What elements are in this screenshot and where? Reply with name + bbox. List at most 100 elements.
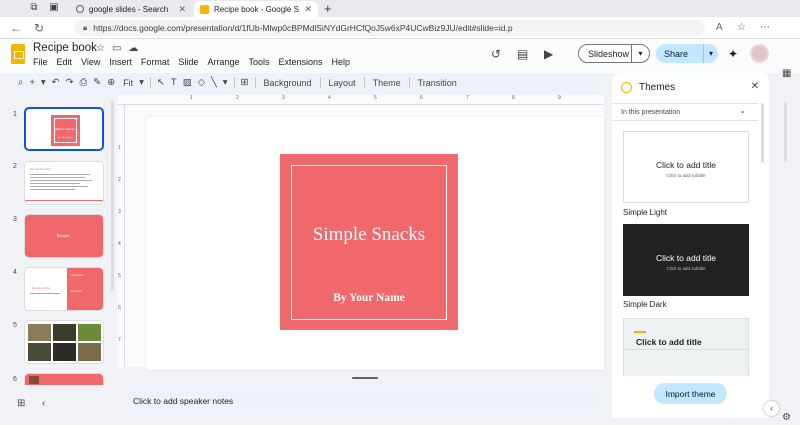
share-button[interactable]: Share ▾ (656, 44, 718, 63)
line-icon[interactable]: ╲ (211, 77, 217, 88)
chevron-down-icon[interactable]: ▾ (139, 77, 144, 88)
refresh-icon[interactable]: ↻ (34, 21, 44, 35)
chevron-down-icon[interactable]: ▾ (631, 45, 649, 62)
slide-number: 3 (13, 216, 17, 223)
new-tab-button[interactable]: + (324, 1, 332, 16)
page-scrollbar[interactable] (784, 102, 787, 162)
slide-thumbnail-6[interactable] (24, 373, 104, 385)
filmstrip-scrollbar[interactable] (111, 101, 114, 291)
vertical-ruler[interactable]: 1 2 3 4 5 6 7 (117, 105, 125, 367)
text-box-icon[interactable]: T (171, 77, 177, 88)
chevron-down-icon[interactable]: ▾ (41, 77, 46, 88)
gemini-sparkle-icon[interactable]: ✦ (728, 47, 738, 61)
menu-slide[interactable]: Slide (178, 57, 198, 67)
themes-filter-select[interactable]: In this presentation ⌄ (612, 103, 758, 121)
undo-icon[interactable]: ↶ (52, 77, 60, 88)
meet-camera-icon[interactable]: ▶ (544, 47, 553, 61)
url-bar[interactable]: 🔒︎ https://docs.google.com/presentation/… (75, 20, 705, 36)
background-button[interactable]: Background (262, 78, 314, 88)
grid-view-icon[interactable]: ⊞ (17, 398, 25, 409)
import-theme-button[interactable]: Import theme (654, 383, 727, 404)
collapse-panel-icon[interactable]: ‹ (42, 398, 45, 409)
menu-edit[interactable]: Edit (57, 57, 73, 67)
slide-thumbnail-2[interactable]: About the chef (24, 161, 104, 205)
more-menu-icon[interactable]: ⋯ (760, 21, 770, 35)
zoom-select[interactable]: Fit (123, 78, 133, 88)
slide-subtitle[interactable]: By Your Name (280, 292, 458, 304)
chevron-down-icon[interactable]: ⌄ (739, 106, 746, 115)
zoom-icon[interactable]: ⊕ (107, 77, 115, 88)
menu-tools[interactable]: Tools (248, 57, 269, 67)
slide-title[interactable]: Simple Snacks (280, 224, 458, 246)
favorite-star-icon[interactable]: ☆ (737, 21, 746, 35)
theme-card-simple-dark[interactable]: Click to add title Click to add subtitle (623, 224, 749, 296)
paint-format-icon[interactable]: ✎ (93, 77, 101, 88)
add-comment-icon[interactable]: ⊞ (241, 77, 249, 88)
tab-actions-icon[interactable]: ▣ (48, 2, 60, 14)
document-title[interactable]: Recipe book (33, 42, 97, 54)
chevron-down-icon[interactable]: ▾ (223, 77, 228, 88)
office-icon[interactable]: ▦ (782, 68, 791, 79)
toolbar-divider (319, 77, 321, 88)
slide-filmstrip: 1 Simple Snacks By Your Name 2 About the… (0, 100, 117, 385)
menu-insert[interactable]: Insert (109, 57, 132, 67)
back-icon[interactable]: ← (10, 21, 22, 35)
comments-icon[interactable]: ▤ (517, 47, 528, 61)
layout-button[interactable]: Layout (327, 78, 358, 88)
star-icon[interactable]: ☆ (96, 43, 105, 54)
lock-icon[interactable]: 🔒︎ (83, 23, 87, 33)
insert-image-icon[interactable]: ▨ (183, 77, 192, 88)
close-tab-icon[interactable]: ✕ (178, 4, 186, 15)
slide-thumbnail-3[interactable]: Recipes (24, 214, 104, 258)
tab-google-search[interactable]: google slides - Search ✕ (70, 1, 192, 17)
cloud-saved-icon[interactable]: ☁ (128, 43, 138, 54)
menu-format[interactable]: Format (141, 57, 170, 67)
theme-name: Simple Dark (623, 300, 667, 309)
settings-gear-icon[interactable]: ⚙ (782, 412, 791, 423)
slide-thumbnail-1[interactable]: Simple Snacks By Your Name (24, 107, 104, 151)
slide-thumbnail-5[interactable] (24, 320, 104, 364)
menu-help[interactable]: Help (332, 57, 351, 67)
ruler-tick: 4 (118, 241, 121, 247)
menu-file[interactable]: File (33, 57, 48, 67)
workspaces-icon[interactable]: ⧉ (28, 2, 40, 14)
speaker-notes[interactable]: Click to add speaker notes (125, 388, 604, 413)
toolbar-divider (233, 77, 235, 88)
menu-view[interactable]: View (81, 57, 100, 67)
theme-card-simple-light[interactable]: Click to add title Click to add subtitle (623, 131, 749, 203)
avatar[interactable] (750, 44, 769, 63)
select-cursor-icon[interactable]: ↖ (157, 77, 165, 88)
new-slide-icon[interactable]: + (29, 77, 35, 88)
slides-logo-icon[interactable] (11, 44, 25, 64)
thumb-heading: Ingredients (71, 274, 84, 277)
ruler-tick: 7 (466, 95, 469, 101)
close-tab-icon[interactable]: ✕ (304, 4, 312, 15)
notes-resize-handle[interactable] (352, 377, 378, 379)
print-icon[interactable]: ⎙ (80, 77, 88, 88)
card-title: Click to add title (656, 253, 716, 263)
explore-button[interactable]: ‹ (764, 401, 779, 416)
themes-panel: Themes ✕ In this presentation ⌄ Click to… (612, 73, 769, 418)
transition-button[interactable]: Transition (416, 78, 459, 88)
slideshow-button[interactable]: Slideshow ▾ (578, 44, 650, 63)
close-icon[interactable]: ✕ (751, 81, 759, 92)
redo-icon[interactable]: ↷ (66, 77, 74, 88)
themes-scrollbar[interactable] (761, 103, 764, 163)
tab-recipe-book[interactable]: Recipe book - Google Slides ✕ (194, 1, 318, 17)
ruler-tick: 7 (118, 337, 121, 343)
photo-placeholder (28, 343, 51, 361)
thumb-right-panel: Ingredients Directions (67, 268, 103, 310)
read-aloud-icon[interactable]: A (716, 21, 723, 35)
slide-number: 6 (13, 376, 17, 383)
move-folder-icon[interactable]: ▭ (112, 43, 121, 54)
slide-number: 1 (13, 111, 17, 118)
slide-thumbnail-4[interactable]: Recipe name Ingredients Directions (24, 267, 104, 311)
menu-arrange[interactable]: Arrange (207, 57, 239, 67)
chevron-down-icon[interactable]: ▾ (703, 44, 718, 63)
version-history-icon[interactable]: ↺ (491, 47, 501, 61)
shape-icon[interactable]: ◇ (198, 77, 205, 88)
theme-button[interactable]: Theme (371, 78, 403, 88)
search-menus-icon[interactable]: ⌕ (18, 77, 23, 88)
horizontal-ruler[interactable]: 1 2 3 4 5 6 7 8 9 (118, 95, 604, 105)
menu-extensions[interactable]: Extensions (278, 57, 322, 67)
